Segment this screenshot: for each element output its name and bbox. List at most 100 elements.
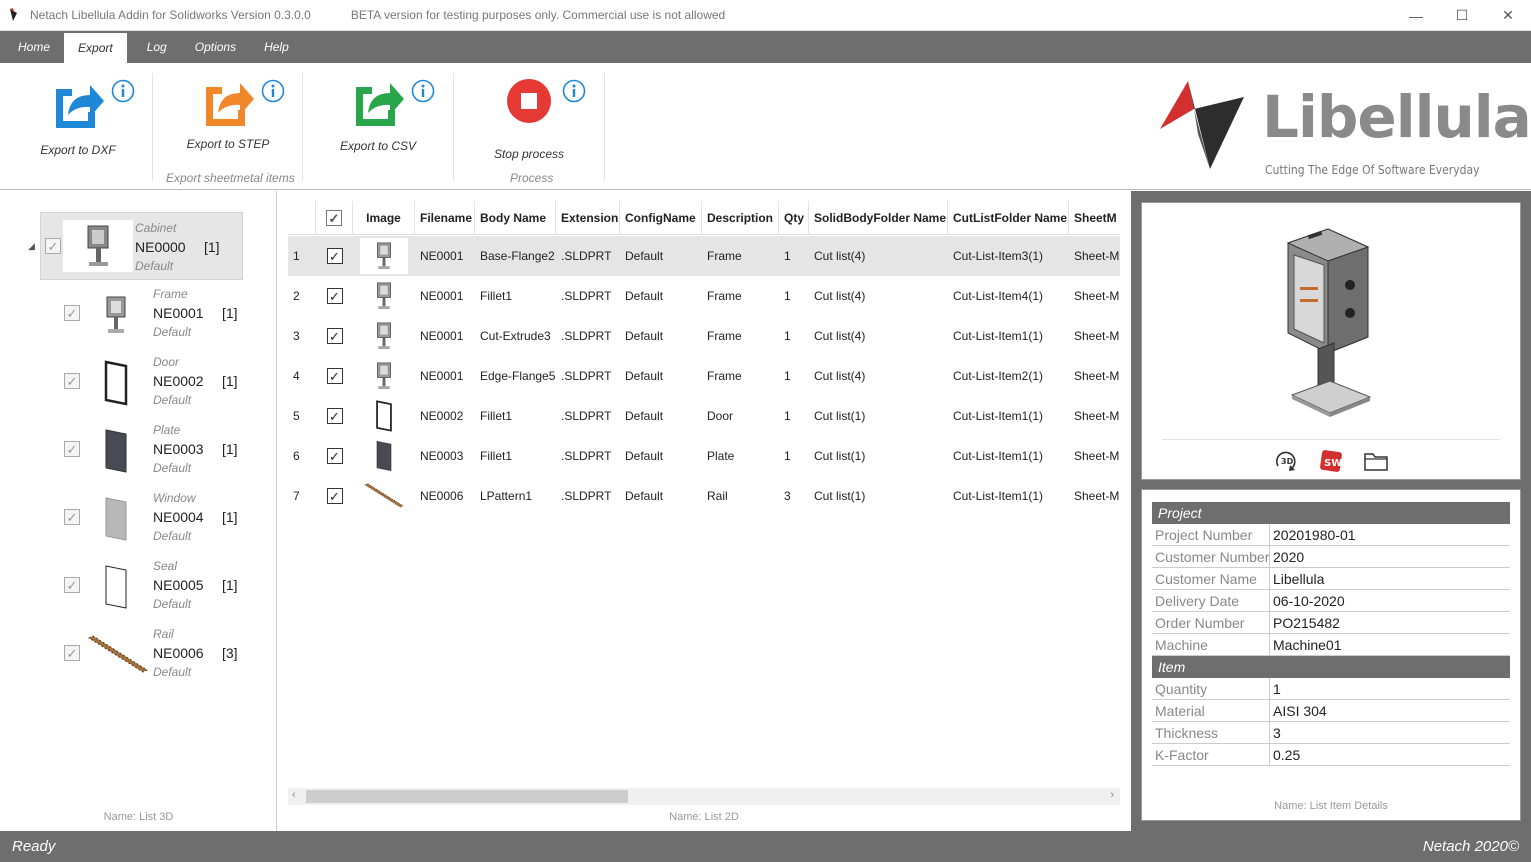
detail-row[interactable]: Material AISI 304 xyxy=(1152,700,1510,722)
column-header-sheetmetal[interactable]: SheetM xyxy=(1069,201,1120,235)
tree-checkbox[interactable]: ✓ xyxy=(64,373,80,389)
tree-checkbox[interactable]: ✓ xyxy=(64,441,80,457)
row-checkbox[interactable]: ✓ xyxy=(316,476,353,516)
tree-item-rail[interactable]: ✓ Rail NE0006 [3] Default xyxy=(56,624,286,692)
folder-icon[interactable] xyxy=(1362,447,1390,475)
tree-item-qty: [1] xyxy=(222,509,238,525)
scroll-left-icon[interactable]: ‹ xyxy=(292,789,296,801)
table-row[interactable]: 7 ✓ NE0006 LPattern1 .SLDPRT Default Rai… xyxy=(288,476,1120,516)
row-checkbox[interactable]: ✓ xyxy=(316,316,353,356)
logo-tagline: Cutting The Edge Of Software Everyday xyxy=(1265,163,1480,177)
column-header-image[interactable]: Image xyxy=(353,201,415,235)
info-icon[interactable] xyxy=(261,79,285,103)
tree-item-qty: [1] xyxy=(222,305,238,321)
detail-key: Delivery Date xyxy=(1152,590,1270,611)
row-number: 4 xyxy=(293,369,300,383)
detail-row[interactable]: Machine Machine01 xyxy=(1152,634,1510,656)
column-header-config-name[interactable]: ConfigName xyxy=(620,201,702,235)
table-row[interactable]: 5 ✓ NE0002 Fillet1 .SLDPRT Default Door … xyxy=(288,396,1120,436)
row-checkbox[interactable]: ✓ xyxy=(316,436,353,476)
detail-row[interactable]: Delivery Date 06-10-2020 xyxy=(1152,590,1510,612)
tree-item-qty: [1] xyxy=(222,441,238,457)
rotate-3d-icon[interactable]: 3D xyxy=(1272,447,1300,475)
tree-item-type: Frame xyxy=(153,287,188,301)
column-header-qty[interactable]: Qty xyxy=(779,201,809,235)
tree-checkbox[interactable]: ✓ xyxy=(64,305,80,321)
cell-filename: NE0001 xyxy=(420,249,464,263)
tree-item-type: Plate xyxy=(153,423,181,437)
detail-row[interactable]: Project Number 20201980-01 xyxy=(1152,524,1510,546)
info-icon[interactable] xyxy=(411,79,435,103)
detail-row[interactable]: Thickness 3 xyxy=(1152,722,1510,744)
tree-item-frame[interactable]: ✓ Frame NE0001 [1] Default xyxy=(56,284,286,352)
table-row[interactable]: 4 ✓ NE0001 Edge-Flange5 .SLDPRT Default … xyxy=(288,356,1120,396)
scrollbar-thumb[interactable] xyxy=(306,790,628,803)
detail-row[interactable]: Customer Number 2020 xyxy=(1152,546,1510,568)
column-header-body-name[interactable]: Body Name xyxy=(475,201,556,235)
detail-value: 06-10-2020 xyxy=(1273,592,1345,609)
select-all-checkbox[interactable]: ✓ xyxy=(316,201,353,235)
detail-row[interactable]: Order Number PO215482 xyxy=(1152,612,1510,634)
menu-bar: Home Export Log Options Help xyxy=(0,31,1531,63)
export-dxf-icon xyxy=(56,85,104,128)
tree-item-qty: [1] xyxy=(222,577,238,593)
column-header-filename[interactable]: Filename xyxy=(415,201,475,235)
row-checkbox[interactable]: ✓ xyxy=(316,356,353,396)
column-header-solidbodyfolder[interactable]: SolidBodyFolder Name xyxy=(809,201,948,235)
cell-extension: .SLDPRT xyxy=(561,249,612,263)
column-header-cutlistfolder[interactable]: CutListFolder Name xyxy=(948,201,1069,235)
detail-value: 1 xyxy=(1273,680,1281,697)
tab-log[interactable]: Log xyxy=(133,31,181,63)
horizontal-scrollbar[interactable]: ‹ › xyxy=(288,788,1120,805)
tree-item-seal[interactable]: ✓ Seal NE0005 [1] Default xyxy=(56,556,286,624)
tree-item-door[interactable]: ✓ Door NE0002 [1] Default xyxy=(56,352,286,420)
close-button[interactable]: ✕ xyxy=(1485,0,1531,31)
cell-extension: .SLDPRT xyxy=(561,289,612,303)
cell-qty: 1 xyxy=(784,329,791,343)
tree-item-plate[interactable]: ✓ Plate NE0003 [1] Default xyxy=(56,420,286,488)
tree-checkbox[interactable]: ✓ xyxy=(64,645,80,661)
tab-home[interactable]: Home xyxy=(4,31,64,63)
info-icon[interactable] xyxy=(111,79,135,103)
table-row[interactable]: 2 ✓ NE0001 Fillet1 .SLDPRT Default Frame… xyxy=(288,276,1120,316)
cell-extension: .SLDPRT xyxy=(561,449,612,463)
tab-help[interactable]: Help xyxy=(250,31,303,63)
scroll-right-icon[interactable]: › xyxy=(1110,789,1114,801)
cell-description: Frame xyxy=(707,249,742,263)
table-row[interactable]: 6 ✓ NE0003 Fillet1 .SLDPRT Default Plate… xyxy=(288,436,1120,476)
cell-extension: .SLDPRT xyxy=(561,329,612,343)
cell-extension: .SLDPRT xyxy=(561,489,612,503)
column-header-description[interactable]: Description xyxy=(702,201,779,235)
detail-row[interactable]: K-Factor 0.25 xyxy=(1152,744,1510,766)
column-header-extension[interactable]: Extension xyxy=(556,201,620,235)
tree-checkbox[interactable]: ✓ xyxy=(45,238,61,254)
maximize-button[interactable]: ☐ xyxy=(1439,0,1485,31)
row-checkbox[interactable]: ✓ xyxy=(316,236,353,276)
cell-qty: 1 xyxy=(784,289,791,303)
plate-icon xyxy=(92,424,140,478)
info-icon[interactable] xyxy=(562,79,586,103)
column-header-rownum xyxy=(288,201,316,235)
detail-row[interactable]: Customer Name Libellula xyxy=(1152,568,1510,590)
list-3d-name: Name: List 3D xyxy=(103,811,174,823)
minimize-button[interactable]: — xyxy=(1393,0,1439,31)
frame-icon xyxy=(92,288,140,342)
tab-export[interactable]: Export xyxy=(64,33,127,63)
tree-checkbox[interactable]: ✓ xyxy=(64,509,80,525)
cell-description: Rail xyxy=(707,489,728,503)
table-row[interactable]: 3 ✓ NE0001 Cut-Extrude3 .SLDPRT Default … xyxy=(288,316,1120,356)
door-icon xyxy=(353,396,415,436)
tree-item-type: Door xyxy=(153,355,180,369)
tree-item-config: Default xyxy=(153,665,192,679)
tree-root-item[interactable]: ✓ Cabinet NE0000 [1] Default xyxy=(40,212,243,280)
tree-checkbox[interactable]: ✓ xyxy=(64,577,80,593)
table-row[interactable]: 1 ✓ NE0001 Base-Flange2 .SLDPRT Default … xyxy=(288,236,1120,276)
row-checkbox[interactable]: ✓ xyxy=(316,276,353,316)
collapse-arrow-icon[interactable]: ◢ xyxy=(28,241,35,252)
tab-options[interactable]: Options xyxy=(181,31,250,63)
tree-item-window[interactable]: ✓ Window NE0004 [1] Default xyxy=(56,488,286,556)
solidworks-icon[interactable]: SW xyxy=(1317,447,1345,475)
grid-header: ✓ Image Filename Body Name Extension Con… xyxy=(288,201,1120,235)
detail-row[interactable]: Quantity 1 xyxy=(1152,678,1510,700)
row-checkbox[interactable]: ✓ xyxy=(316,396,353,436)
